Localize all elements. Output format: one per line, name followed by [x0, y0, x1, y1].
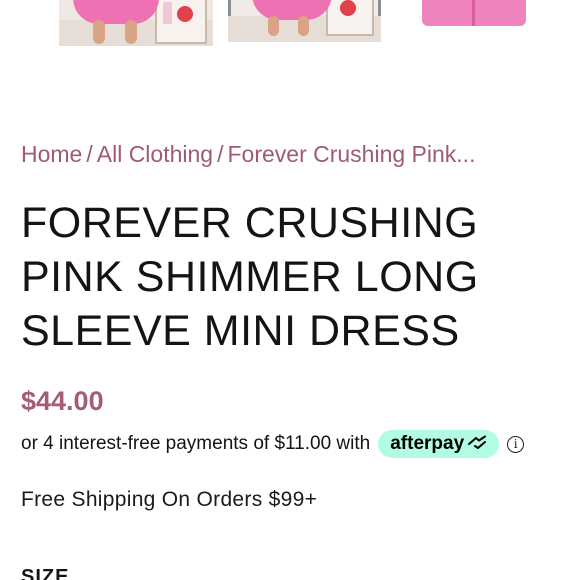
info-icon[interactable]: i [507, 435, 525, 453]
breadcrumb: Home / All Clothing / Forever Crushing Pink.… [21, 141, 475, 168]
breadcrumb-all-clothing-link[interactable]: All Clothing [97, 141, 213, 167]
breadcrumb-home-link[interactable]: Home [21, 141, 82, 167]
afterpay-arrows-icon [467, 433, 487, 455]
product-thumbnail-strip [0, 0, 580, 48]
leg [298, 16, 309, 36]
product-title: FOREVER CRUSHING PINK SHIMMER LONG SLEEV… [21, 199, 479, 355]
afterpay-badge[interactable]: afterpay [378, 430, 500, 458]
toy-heart [340, 0, 356, 16]
afterpay-installments: or 4 interest-free payments of $11.00 wi… [21, 430, 525, 458]
dress-seam [472, 0, 475, 26]
afterpay-logo-text: afterpay [390, 433, 465, 454]
leg [268, 16, 279, 36]
size-label: SIZE [21, 566, 70, 580]
installments-text: or 4 interest-free payments of $11.00 wi… [21, 433, 371, 454]
product-thumbnail-3[interactable] [406, 0, 558, 46]
product-thumbnail-2[interactable] [228, 0, 381, 42]
shipping-notice: Free Shipping On Orders $99+ [21, 488, 318, 511]
breadcrumb-separator: / [86, 141, 93, 167]
toy-book [163, 2, 172, 24]
product-thumbnail-1[interactable] [59, 0, 213, 46]
breadcrumb-current-page: Forever Crushing Pink... [227, 141, 476, 167]
dress-photo [73, 0, 159, 24]
toy-heart [177, 6, 193, 22]
product-price: $44.00 [21, 386, 104, 416]
leg [93, 20, 105, 44]
breadcrumb-separator: / [217, 141, 224, 167]
leg [125, 20, 137, 44]
